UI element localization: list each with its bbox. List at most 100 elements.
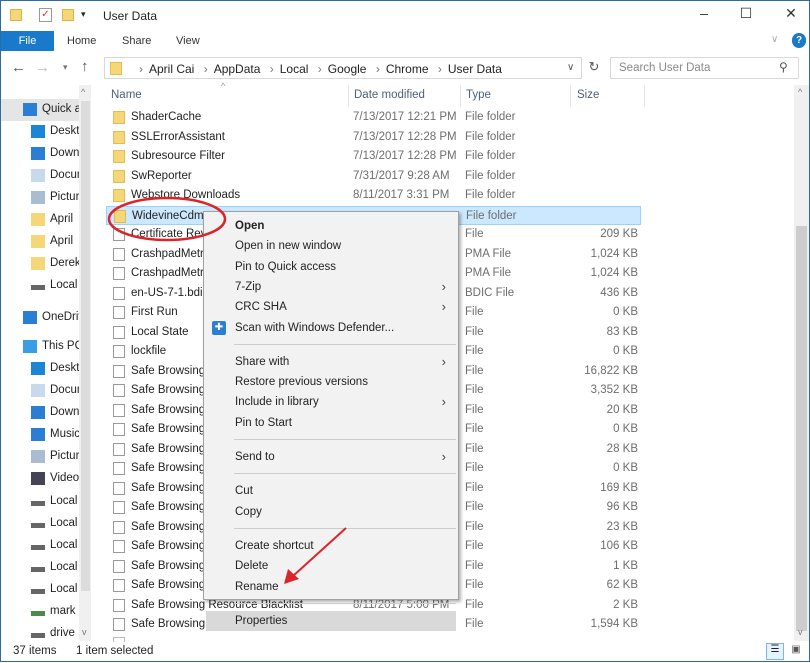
help-icon[interactable]: ? [792, 33, 806, 48]
drive-icon [31, 567, 45, 572]
scroll-up-icon[interactable]: ^ [798, 87, 802, 97]
customize-toolbar-icon[interactable]: ▾ [81, 9, 86, 20]
tab-file[interactable]: File [1, 31, 54, 51]
address-dropdown-icon[interactable]: ∨ [567, 62, 574, 73]
nav-item[interactable]: Derek [1, 253, 79, 275]
nav-item[interactable]: Videos [1, 468, 79, 490]
nav-item[interactable]: Pictures [1, 446, 79, 468]
nav-item[interactable]: Local Disk [1, 513, 79, 535]
column-divider[interactable] [348, 85, 349, 107]
large-icons-view-button[interactable]: ▣ [788, 644, 804, 659]
nav-item[interactable]: Documents [1, 165, 79, 187]
menu-item-label: Rename [235, 581, 278, 593]
file-row[interactable]: Webstore Downloads8/11/2017 3:31 PMFile … [106, 186, 641, 205]
new-folder-icon[interactable] [62, 9, 74, 21]
file-row[interactable]: ShaderCache7/13/2017 12:21 PMFile folder [106, 108, 641, 127]
menu-item-copy[interactable]: Copy [206, 502, 456, 522]
refresh-button[interactable]: ↻ [584, 59, 604, 79]
menu-item-open-in-new-window[interactable]: Open in new window [206, 236, 456, 256]
nav-item-label: Local Disk [50, 539, 79, 551]
nav-item[interactable]: Downloads [1, 143, 79, 165]
menu-item-cut[interactable]: Cut [206, 481, 456, 501]
file-name: Safe Browsing [131, 482, 205, 494]
nav-item[interactable]: Pictures [1, 187, 79, 209]
file-list-scrollbar-thumb[interactable] [796, 226, 807, 631]
minimize-button[interactable]: – [689, 5, 719, 25]
crumb-appdata[interactable]: AppData [214, 62, 261, 76]
search-input[interactable]: Search User Data [610, 57, 799, 79]
nav-item[interactable]: Local Disk [1, 579, 79, 601]
menu-item-pin-to-start[interactable]: Pin to Start [206, 413, 456, 433]
menu-item-open[interactable]: Open [206, 216, 456, 236]
nav-scroll-up-icon[interactable]: ^ [81, 87, 85, 97]
menu-item-rename[interactable]: Rename [206, 577, 456, 597]
nav-item-label: Local Disk [50, 583, 79, 595]
nav-item[interactable]: This PC [1, 336, 79, 358]
column-divider[interactable] [460, 85, 461, 107]
expand-ribbon-icon[interactable]: ∨ [771, 34, 778, 45]
nav-item[interactable]: Local Disk [1, 275, 79, 297]
drive-icon [31, 633, 45, 638]
file-icon [113, 248, 125, 261]
nav-item[interactable]: Music [1, 424, 79, 446]
menu-item-create-shortcut[interactable]: Create shortcut [206, 536, 456, 556]
menu-item-delete[interactable]: Delete [206, 556, 456, 576]
menu-item-pin-to-quick-access[interactable]: Pin to Quick access [206, 257, 456, 277]
folder-icon [113, 150, 125, 163]
drive-icon [31, 589, 45, 594]
nav-item[interactable]: Local Disk [1, 557, 79, 579]
column-header-type[interactable]: Type [466, 89, 491, 105]
nav-item[interactable]: Local Disk [1, 491, 79, 513]
column-header-name[interactable]: Name [111, 89, 142, 105]
crumb-april-cai[interactable]: April Cai [149, 62, 194, 76]
scroll-down-icon[interactable]: v [798, 627, 803, 637]
crumb-local[interactable]: Local [280, 62, 309, 76]
menu-item-crc-sha[interactable]: CRC SHA› [206, 297, 456, 317]
column-header-size[interactable]: Size [577, 89, 599, 105]
column-divider[interactable] [570, 85, 571, 107]
nav-item[interactable]: Local Disk [1, 535, 79, 557]
menu-item-scan-with-windows-defender[interactable]: ✚Scan with Windows Defender... [206, 318, 456, 338]
nav-item[interactable]: mark [1, 601, 79, 623]
picture-icon [31, 191, 45, 204]
details-view-button[interactable]: ☰ [766, 643, 784, 660]
nav-item[interactable]: Desktop [1, 358, 79, 380]
recent-locations-icon[interactable]: ▾ [63, 62, 68, 73]
menu-item-restore-previous-versions[interactable]: Restore previous versions [206, 372, 456, 392]
nav-item[interactable]: Desktop [1, 121, 79, 143]
file-row[interactable]: SwReporter7/31/2017 9:28 AMFile folder [106, 167, 641, 186]
column-header-date[interactable]: Date modified [354, 89, 425, 105]
nav-item[interactable]: April [1, 231, 79, 253]
back-button[interactable]: ← [11, 59, 26, 76]
tab-home[interactable]: Home [57, 31, 106, 51]
tab-share[interactable]: Share [112, 31, 161, 51]
nav-item[interactable]: April [1, 209, 79, 231]
document-icon [31, 384, 45, 397]
nav-item-label: Pictures [50, 191, 79, 203]
menu-item-share-with[interactable]: Share with› [206, 352, 456, 372]
menu-item-include-in-library[interactable]: Include in library› [206, 392, 456, 412]
close-button[interactable]: ✕ [776, 5, 806, 25]
menu-item-properties[interactable]: Properties [206, 611, 456, 631]
crumb-chrome[interactable]: Chrome [386, 62, 429, 76]
crumb-user-data[interactable]: User Data [448, 62, 502, 76]
properties-icon[interactable]: ✓ [39, 8, 52, 22]
column-divider[interactable] [644, 85, 645, 107]
crumb-google[interactable]: Google [328, 62, 367, 76]
nav-scroll-down-icon[interactable]: v [82, 627, 87, 637]
up-button[interactable]: ↑ [81, 58, 89, 75]
nav-item[interactable]: Documents [1, 380, 79, 402]
nav-scrollbar-thumb[interactable] [81, 101, 90, 591]
nav-item[interactable]: Downloads [1, 402, 79, 424]
file-name: Safe Browsing [131, 540, 205, 552]
menu-item-7-zip[interactable]: 7-Zip› [206, 277, 456, 297]
maximize-button[interactable]: ☐ [731, 5, 761, 25]
forward-button[interactable]: → [35, 59, 50, 76]
address-bar[interactable]: ›April Cai ›AppData ›Local ›Google ›Chro… [104, 57, 582, 79]
file-row[interactable]: SSLErrorAssistant7/13/2017 12:28 PMFile … [106, 128, 641, 147]
file-row[interactable]: Subresource Filter7/13/2017 12:28 PMFile… [106, 147, 641, 166]
nav-item[interactable]: OneDrive [1, 307, 79, 329]
menu-item-send-to[interactable]: Send to› [206, 447, 456, 467]
tab-view[interactable]: View [166, 31, 210, 51]
nav-item[interactable]: Quick access [1, 99, 79, 121]
